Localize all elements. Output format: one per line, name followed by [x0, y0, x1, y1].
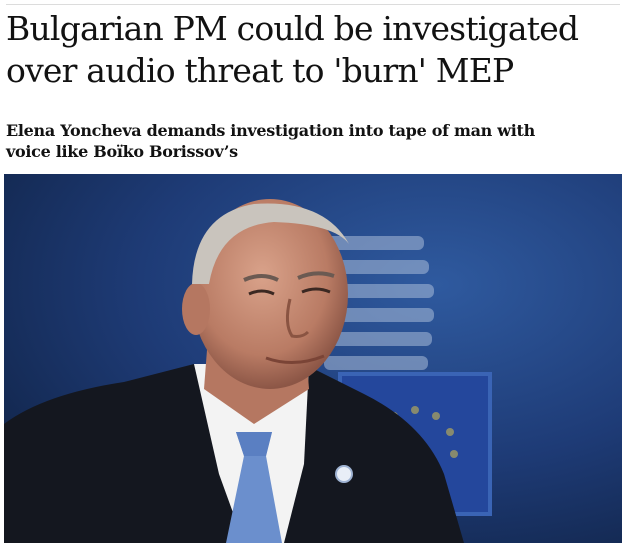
- ear: [182, 283, 210, 335]
- top-divider: [6, 4, 620, 5]
- article-photo[interactable]: [4, 174, 622, 543]
- article-standfirst: Elena Yoncheva demands investigation int…: [6, 121, 535, 161]
- article-headline[interactable]: Bulgarian PM could be investigated over …: [6, 8, 622, 92]
- lapel-pin: [335, 465, 353, 483]
